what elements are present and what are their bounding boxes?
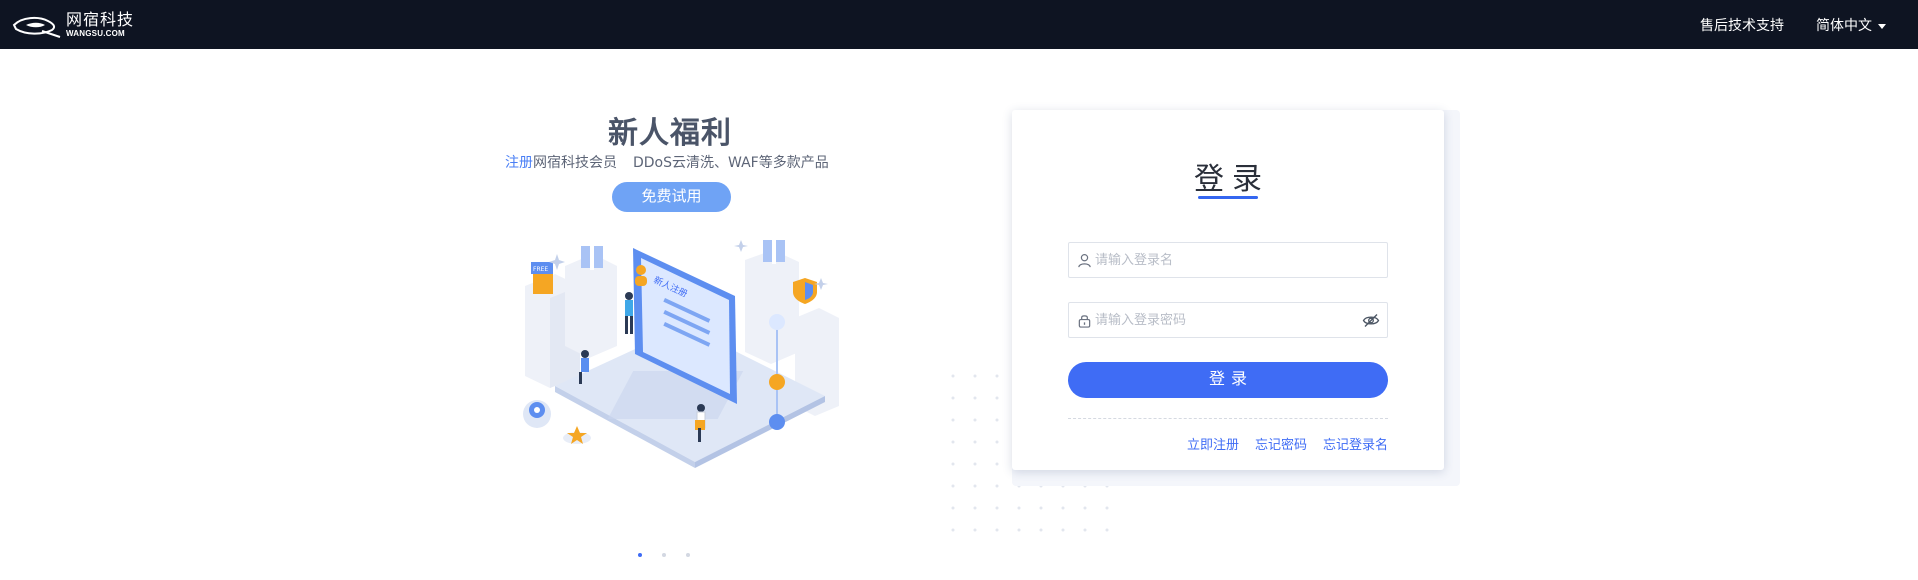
logo-english-text: WANGSU.COM bbox=[66, 29, 125, 38]
login-card: 登录 登录 立即注册 忘记密码 忘记登录名 bbox=[1012, 110, 1444, 470]
pattern-dot bbox=[951, 374, 955, 378]
pattern-dot bbox=[995, 506, 999, 510]
chevron-down-icon bbox=[1878, 23, 1886, 29]
gear-icon bbox=[523, 400, 551, 428]
pattern-dot bbox=[951, 506, 955, 510]
user-icon bbox=[1078, 253, 1091, 268]
free-trial-button[interactable]: 免费试用 bbox=[612, 182, 731, 212]
forgot-password-link[interactable]: 忘记密码 bbox=[1255, 438, 1307, 453]
pattern-dot bbox=[1039, 528, 1043, 532]
pattern-dot bbox=[973, 418, 977, 422]
top-navbar: 网宿科技 WANGSU.COM 售后技术支持 简体中文 bbox=[0, 0, 1918, 49]
pattern-dot bbox=[1061, 506, 1065, 510]
brand-logo[interactable]: 网宿科技 WANGSU.COM bbox=[12, 11, 152, 39]
pattern-dot bbox=[951, 440, 955, 444]
password-input[interactable] bbox=[1095, 303, 1355, 337]
login-title: 登录 bbox=[1194, 162, 1270, 197]
pattern-dot bbox=[951, 528, 955, 532]
language-label: 简体中文 bbox=[1816, 18, 1872, 34]
pattern-dot bbox=[1017, 528, 1021, 532]
pattern-dot bbox=[1083, 506, 1087, 510]
pattern-dot bbox=[995, 396, 999, 400]
lock-icon bbox=[1078, 315, 1091, 328]
eye-off-icon[interactable] bbox=[1362, 313, 1380, 328]
username-field[interactable] bbox=[1068, 242, 1388, 278]
carousel-dot[interactable] bbox=[662, 553, 666, 557]
pattern-dot bbox=[951, 418, 955, 422]
pattern-dot bbox=[1083, 528, 1087, 532]
pattern-dot bbox=[973, 440, 977, 444]
pattern-dot bbox=[973, 506, 977, 510]
pattern-dot bbox=[995, 462, 999, 466]
shopping-bag-icon: FREE bbox=[531, 262, 553, 294]
divider bbox=[1068, 418, 1388, 419]
login-button[interactable]: 登录 bbox=[1068, 362, 1388, 398]
pattern-dot bbox=[973, 528, 977, 532]
pattern-dot bbox=[951, 396, 955, 400]
nav-after-sales-support[interactable]: 售后技术支持 bbox=[1700, 15, 1784, 35]
promo-register-link[interactable]: 注册 bbox=[505, 155, 533, 171]
promo-subtitle: 注册网宿科技会员 DDoS云清洗、WAF等多款产品 bbox=[505, 152, 845, 172]
pattern-dot bbox=[1061, 528, 1065, 532]
person-standing-icon bbox=[625, 292, 633, 334]
pattern-dot bbox=[973, 374, 977, 378]
username-input[interactable] bbox=[1095, 243, 1355, 277]
language-selector[interactable]: 简体中文 bbox=[1816, 15, 1886, 35]
pattern-dot bbox=[973, 396, 977, 400]
pattern-dot bbox=[1017, 506, 1021, 510]
pattern-dot bbox=[1105, 506, 1109, 510]
promo-subtitle-text-1: 网宿科技会员 bbox=[533, 155, 617, 171]
pattern-dot bbox=[1105, 528, 1109, 532]
forgot-username-link[interactable]: 忘记登录名 bbox=[1323, 438, 1388, 453]
pattern-dot bbox=[995, 484, 999, 488]
pattern-dot bbox=[951, 462, 955, 466]
pattern-dot bbox=[973, 462, 977, 466]
auth-links: 立即注册 忘记密码 忘记登录名 bbox=[1068, 434, 1388, 453]
pattern-dot bbox=[995, 528, 999, 532]
promo-title: 新人福利 bbox=[608, 116, 732, 151]
logo-chinese-text: 网宿科技 bbox=[66, 10, 135, 29]
pattern-dot bbox=[995, 418, 999, 422]
pattern-dot bbox=[995, 374, 999, 378]
pattern-dot bbox=[1039, 506, 1043, 510]
promo-subtitle-text-2: DDoS云清洗、WAF等多款产品 bbox=[633, 155, 829, 171]
title-underline bbox=[1198, 196, 1258, 199]
carousel-indicators[interactable] bbox=[638, 551, 702, 559]
promo-illustration: 新人注册 FREE bbox=[523, 238, 839, 468]
star-icon bbox=[563, 426, 591, 444]
svg-text:FREE: FREE bbox=[533, 266, 548, 273]
pattern-dot bbox=[973, 484, 977, 488]
carousel-dot[interactable] bbox=[686, 553, 690, 557]
logo-mark-icon bbox=[12, 16, 61, 38]
pattern-dot bbox=[995, 440, 999, 444]
password-field[interactable] bbox=[1068, 302, 1388, 338]
pattern-dot bbox=[951, 484, 955, 488]
register-link[interactable]: 立即注册 bbox=[1187, 438, 1239, 453]
carousel-dot[interactable] bbox=[638, 553, 642, 557]
